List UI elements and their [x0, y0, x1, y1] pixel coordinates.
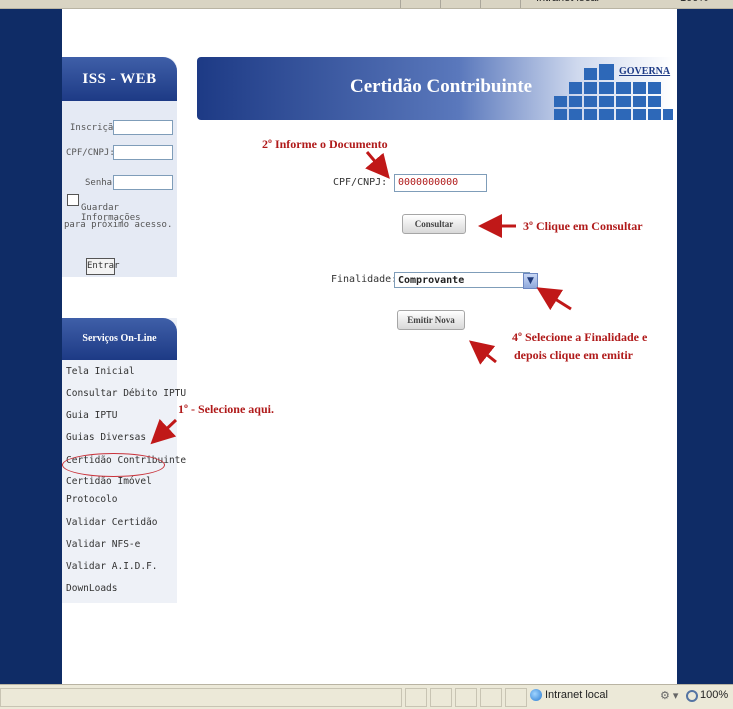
- status-cell: [480, 688, 502, 707]
- status-cell: [505, 688, 527, 707]
- arrow-step-4b: [468, 340, 497, 365]
- status-cell: [0, 688, 402, 707]
- security-icon[interactable]: ⚙ ▾: [660, 689, 678, 702]
- zoom-label[interactable]: 100%: [700, 689, 728, 701]
- zoom-icon[interactable]: [686, 690, 698, 702]
- arrow-step-2: [365, 151, 390, 179]
- status-cell: [455, 688, 477, 707]
- browser-status-bar: Intranet local ⚙ ▾ 100%: [0, 684, 733, 709]
- status-cell: [405, 688, 427, 707]
- arrow-step-4a: [536, 287, 572, 311]
- annotation-arrows: [150, 151, 572, 445]
- arrow-step-1: [150, 418, 178, 445]
- status-cell: [430, 688, 452, 707]
- globe-icon: [530, 689, 542, 701]
- zone-label: Intranet local: [545, 689, 608, 701]
